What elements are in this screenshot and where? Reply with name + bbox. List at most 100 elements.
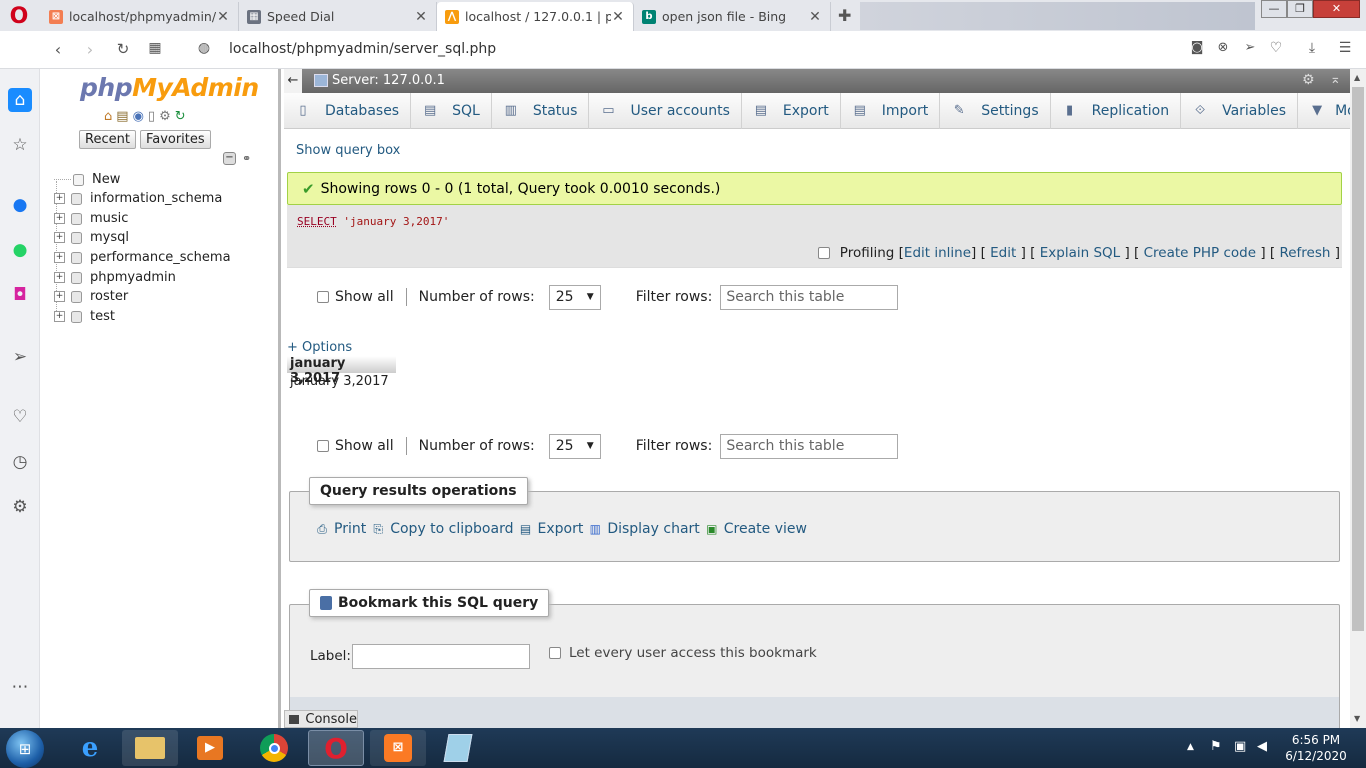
browser-tab-3[interactable]: ⋀ localhost / 127.0.0.1 | phpM ✕ <box>437 2 634 31</box>
more-icon[interactable]: ⋯ <box>8 675 32 699</box>
profiling-checkbox[interactable] <box>817 247 830 259</box>
gear-icon[interactable]: ⚙ <box>8 495 32 519</box>
notepad-icon[interactable] <box>430 730 486 766</box>
star-icon[interactable]: ☆ <box>8 133 32 157</box>
rows-select[interactable]: 25 ▼ <box>548 284 601 310</box>
forward-icon[interactable]: › <box>80 40 100 59</box>
collapse-all-icon[interactable]: − <box>223 152 236 165</box>
messenger-icon[interactable]: ● <box>8 193 32 217</box>
home-icon[interactable]: ⌂ <box>104 109 112 124</box>
let-every-user-option[interactable]: Let every user access this bookmark <box>549 645 817 661</box>
internet-explorer-icon[interactable]: e <box>62 730 118 766</box>
scroll-thumb[interactable] <box>1352 87 1364 631</box>
file-explorer-icon[interactable] <box>122 730 178 766</box>
close-window-icon[interactable]: ✕ <box>1313 0 1360 18</box>
tab-status[interactable]: ▥ Status <box>492 93 590 129</box>
create-php-code-link[interactable]: Create PHP code <box>1144 245 1256 261</box>
start-button[interactable]: ⊞ <box>6 730 44 768</box>
print-button[interactable]: ⎙ Print <box>314 521 366 537</box>
send-icon[interactable]: ➢ <box>1240 40 1260 55</box>
download-icon[interactable]: ⤓ <box>1302 40 1322 56</box>
tab-more[interactable]: ▼ More <box>1298 93 1350 129</box>
tab-export[interactable]: ▤ Export <box>742 93 841 129</box>
tree-item-db[interactable]: + mysql <box>54 230 129 245</box>
bookmark-label-input[interactable] <box>352 644 530 669</box>
show-all-checkbox[interactable] <box>317 291 329 303</box>
home-icon[interactable]: ⌂ <box>8 88 32 112</box>
close-icon[interactable]: ✕ <box>808 9 822 25</box>
camera-icon[interactable]: ◙ <box>1187 40 1207 55</box>
show-query-box-link[interactable]: Show query box <box>296 143 400 158</box>
close-icon[interactable]: ✕ <box>414 9 428 25</box>
tab-import[interactable]: ▤ Import <box>841 93 941 129</box>
send-icon[interactable]: ➢ <box>8 345 32 369</box>
expand-icon[interactable]: + <box>54 252 65 263</box>
tab-replication[interactable]: ▮ Replication <box>1051 93 1182 129</box>
phpmyadmin-logo[interactable]: phpMyAdmin <box>80 73 259 102</box>
help-icon[interactable]: ◉ <box>133 109 144 124</box>
docs-icon[interactable]: ▯ <box>148 109 155 124</box>
recent-button[interactable]: Recent <box>79 130 136 149</box>
console-tab[interactable]: Console <box>284 710 358 728</box>
expand-icon[interactable]: + <box>54 291 65 302</box>
gear-icon[interactable]: ⚙ <box>1302 72 1315 88</box>
browser-tab-4[interactable]: b open json file - Bing ✕ <box>634 2 831 31</box>
filter-rows-input[interactable]: Search this table <box>720 284 899 310</box>
copy-to-clipboard-button[interactable]: ⎘ Copy to clipboard <box>370 521 513 537</box>
column-header[interactable]: january 3,2017 <box>287 356 396 386</box>
new-tab-icon[interactable]: ✚ <box>838 6 851 25</box>
tree-item-db[interactable]: + music <box>54 211 128 226</box>
whatsapp-icon[interactable]: ● <box>8 238 32 262</box>
display-chart-button[interactable]: ▥ Display chart <box>587 521 700 537</box>
xampp-icon[interactable]: ⊠ <box>370 730 426 766</box>
show-all-checkbox[interactable] <box>317 440 329 452</box>
tree-item-db[interactable]: + phpmyadmin <box>54 270 176 285</box>
sql-keyword[interactable]: SELECT <box>297 215 337 228</box>
expand-icon[interactable]: + <box>54 272 65 283</box>
scroll-up-icon[interactable]: ▲ <box>1354 73 1360 82</box>
tab-variables[interactable]: ⟐ Variables <box>1181 93 1299 129</box>
favorites-button[interactable]: Favorites <box>139 130 211 149</box>
tab-databases[interactable]: ▯ Databases <box>284 93 412 129</box>
maximize-icon[interactable]: ❐ <box>1287 0 1313 18</box>
tree-item-new[interactable]: New <box>54 172 120 187</box>
tree-item-db[interactable]: + performance_schema <box>54 250 231 265</box>
back-icon[interactable]: ‹ <box>48 40 68 59</box>
server-link[interactable]: Server: 127.0.0.1 <box>332 73 445 88</box>
action-center-flag-icon[interactable]: ⚑ <box>1210 739 1222 754</box>
media-player-icon[interactable]: ▶ <box>182 730 238 766</box>
history-icon[interactable]: ◷ <box>8 450 32 474</box>
create-view-button[interactable]: ▣ Create view <box>704 521 807 537</box>
refresh-link[interactable]: Refresh <box>1279 245 1330 261</box>
tab-sql[interactable]: ▤ SQL <box>411 93 492 129</box>
rows-select[interactable]: 25 ▼ <box>548 433 601 459</box>
browser-tab-2[interactable]: ▦ Speed Dial ✕ <box>239 2 437 31</box>
clock[interactable]: 6:56 PM 6/12/2020 <box>1285 732 1347 764</box>
expand-icon[interactable]: + <box>54 213 65 224</box>
heart-icon[interactable]: ♡ <box>1266 40 1286 56</box>
link-icon[interactable]: ⚭ <box>242 152 251 165</box>
adblock-icon[interactable]: ⊗ <box>1213 40 1233 55</box>
filter-rows-input[interactable]: Search this table <box>720 433 899 459</box>
close-icon[interactable]: ✕ <box>216 9 230 25</box>
tree-item-db[interactable]: + roster <box>54 289 128 304</box>
settings-icon[interactable]: ⚙ <box>159 109 171 124</box>
table-cell[interactable]: january 3,2017 <box>290 374 389 389</box>
reload-icon[interactable]: ↻ <box>113 40 133 58</box>
opera-menu-icon[interactable]: O <box>4 4 34 30</box>
expand-icon[interactable]: + <box>54 232 65 243</box>
browser-tab-1[interactable]: ⊠ localhost/phpmyadmin/tbl_ ✕ <box>41 2 239 31</box>
vertical-scrollbar[interactable]: ▲ ▼ <box>1350 69 1366 728</box>
scroll-down-icon[interactable]: ▼ <box>1354 714 1360 723</box>
url-field[interactable]: localhost/phpmyadmin/server_sql.php <box>229 41 496 57</box>
export-button[interactable]: ▤ Export <box>517 521 584 537</box>
tabs-grid-icon[interactable]: ▦ <box>145 40 165 56</box>
instagram-icon[interactable]: ◘ <box>8 283 32 307</box>
opera-taskbar-icon[interactable]: O <box>308 730 364 766</box>
close-icon[interactable]: ✕ <box>611 9 625 25</box>
show-hidden-icons[interactable]: ▲ <box>1187 742 1194 752</box>
logout-icon[interactable]: ▤ <box>116 109 128 124</box>
volume-icon[interactable]: ◀ <box>1257 739 1267 754</box>
tree-item-db[interactable]: + test <box>54 309 115 324</box>
easy-setup-icon[interactable]: ☰ <box>1335 40 1355 56</box>
